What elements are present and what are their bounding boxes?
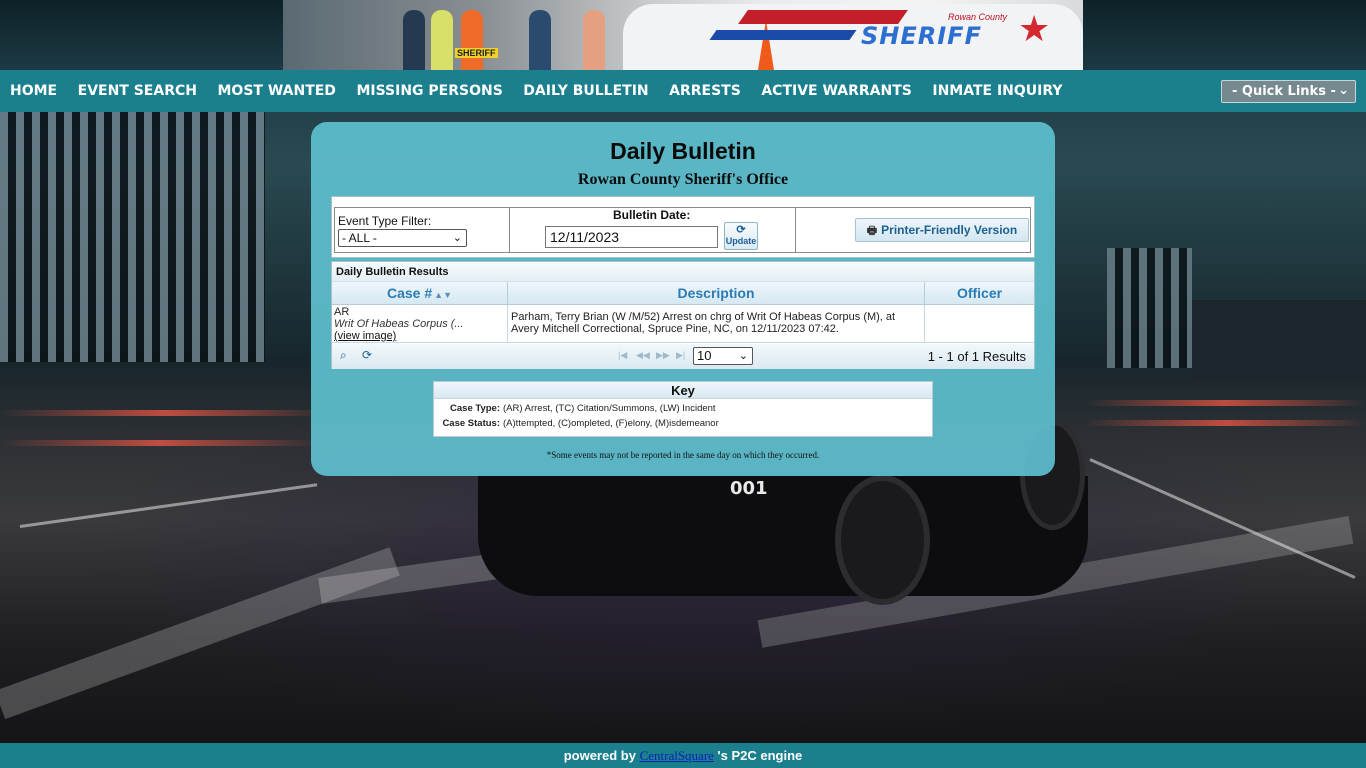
bulletin-date-input[interactable]: 12/11/2023 [545,226,718,248]
key-title: Key [434,382,932,399]
refresh-icon[interactable]: ⟳ [362,348,372,362]
printer-cell: 🖶 Printer-Friendly Version [795,207,1031,253]
chevron-down-icon: ⌄ [1338,83,1349,98]
centralsquare-link[interactable]: CentralSquare [640,748,714,763]
case-charge: Writ Of Habeas Corpus (... [334,318,464,330]
results-grid: Daily Bulletin Results Case # ▲▼ Descript… [331,261,1035,369]
header-banner: SHERIFF Rowan County SHERIFF ★ [283,0,1083,70]
view-image-link[interactable]: (view image) [334,330,505,342]
results-count: 1 - 1 of 1 Results [927,349,1026,364]
key-box: Key Case Type: (AR) Arrest, (TC) Citation… [433,381,933,437]
printer-icon: 🖶 [866,225,878,237]
quick-links-select[interactable]: - Quick Links - ⌄ [1221,80,1356,103]
main-nav: HOME EVENT SEARCH MOST WANTED MISSING PE… [0,70,1366,112]
key-case-status: Case Status: (A)ttempted, (C)ompleted, (F… [442,418,719,429]
officer-cell [925,305,1034,343]
first-page-icon[interactable]: |◀ [618,350,627,361]
nav-home[interactable]: HOME [10,83,57,99]
bulletin-date-label: Bulletin Date: [613,208,691,222]
pager-bar: ⌕ ⟳ |◀ ◀◀ ▶▶ ▶| 10 ⌄ 1 - 1 of 1 Results [332,344,1034,369]
nav-arrests[interactable]: ARRESTS [669,83,741,99]
page-title: Daily Bulletin [610,138,756,164]
table-row: AR Writ Of Habeas Corpus (... (view imag… [332,305,1034,343]
chevron-down-icon: ⌄ [452,232,462,244]
nav-active-warrants[interactable]: ACTIVE WARRANTS [761,83,912,99]
page-subtitle: Rowan County Sheriff's Office [577,171,789,188]
footnote: *Some events may not be reported in the … [546,450,820,460]
banner-county-text: Rowan County [948,12,1008,22]
case-type: AR [334,306,350,318]
prev-page-icon[interactable]: ◀◀ [636,350,650,361]
event-type-select[interactable]: - ALL - ⌄ [338,229,467,247]
quick-links-label: - Quick Links - [1232,84,1336,99]
column-header-officer[interactable]: Officer [925,282,1034,305]
banner-sheriff-text: SHERIFF [861,22,982,50]
police-car-silhouette [478,476,1088,596]
footer: powered by CentralSquare 's P2C engine [0,743,1366,768]
star-icon: ★ [1018,8,1051,49]
bulletin-date-cell: Bulletin Date: 12/11/2023 ⟳ Update [510,207,796,253]
column-header-description[interactable]: Description [508,282,925,305]
event-type-cell: Event Type Filter: - ALL - ⌄ [334,207,510,253]
refresh-icon: ⟳ [736,224,746,236]
bulletin-panel: Daily Bulletin Rowan County Sheriff's Of… [311,122,1055,476]
key-case-type: Case Type: (AR) Arrest, (TC) Citation/Sum… [450,403,716,414]
description-cell: Parham, Terry Brian (W /M/52) Arrest on … [508,305,925,343]
filter-bar: Event Type Filter: - ALL - ⌄ Bulletin Da… [331,196,1035,258]
chevron-down-icon: ⌄ [738,350,748,362]
officer-vest-label: SHERIFF [455,48,498,58]
car-number: 001 [730,478,768,499]
results-header: Case # ▲▼ Description Officer [332,282,1034,305]
nav-missing-persons[interactable]: MISSING PERSONS [356,83,502,99]
nav-inmate-inquiry[interactable]: INMATE INQUIRY [932,83,1062,99]
next-page-icon[interactable]: ▶▶ [656,350,670,361]
event-type-label: Event Type Filter: [338,214,432,228]
printer-friendly-button[interactable]: 🖶 Printer-Friendly Version [855,218,1029,242]
nav-most-wanted[interactable]: MOST WANTED [217,83,335,99]
nav-event-search[interactable]: EVENT SEARCH [78,83,197,99]
nav-daily-bulletin[interactable]: DAILY BULLETIN [523,83,648,99]
sort-icon: ▲▼ [434,290,452,300]
update-button[interactable]: ⟳ Update [724,222,758,250]
last-page-icon[interactable]: ▶| [676,350,685,361]
page-size-select[interactable]: 10 ⌄ [693,347,753,365]
results-title: Daily Bulletin Results [332,262,1034,282]
traffic-cone [758,20,774,70]
case-cell: AR Writ Of Habeas Corpus (... (view imag… [332,305,508,343]
search-icon[interactable]: ⌕ [340,348,347,363]
column-header-case[interactable]: Case # ▲▼ [332,282,508,305]
